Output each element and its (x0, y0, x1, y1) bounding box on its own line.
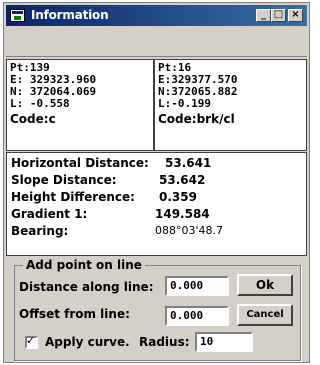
apply-curve-checkbox[interactable]: ✓ (25, 334, 38, 349)
bearing-row: Bearing: 088°03'48.7 (11, 224, 223, 238)
add-point-group: Add point on line Distance along line: 0… (14, 258, 301, 361)
minimize-icon: _ (261, 9, 266, 20)
title-bar[interactable]: Information _ □ × (6, 5, 307, 26)
add-point-legend: Add point on line (23, 258, 145, 272)
gradient-value: 149.584 (155, 207, 210, 221)
ok-button[interactable]: Ok (237, 274, 293, 296)
offset-from-line-label: Offset from line: (19, 307, 130, 321)
point2-level: L:-0.199 (158, 97, 211, 110)
toolbar-area (6, 27, 307, 57)
point2-code: Code:brk/cl (158, 112, 235, 126)
point1-level: L: -0.558 (10, 97, 70, 110)
bearing-value: 088°03'48.7 (155, 224, 224, 237)
cancel-button[interactable]: Cancel (237, 304, 293, 326)
radius-label: Radius: (139, 335, 190, 349)
distance-along-line-label: Distance along line: (19, 280, 154, 294)
distance-along-line-input[interactable]: 0.000 (165, 276, 229, 296)
close-icon: × (291, 9, 300, 20)
point2-panel: Pt:16 E:329377.570 N:372065.882 L:-0.199… (154, 59, 307, 151)
window-title: Information (31, 8, 109, 22)
point1-panel: Pt:139 E: 329323.960 N: 372064.069 L: -0… (6, 59, 154, 151)
apply-curve-label: Apply curve. (45, 335, 130, 349)
gradient-row: Gradient 1: 149.584 (11, 207, 210, 221)
horizontal-distance-value: 53.641 (165, 156, 212, 170)
bearing-label: Bearing: (11, 224, 69, 238)
results-panel: Horizontal Distance: 53.641 Slope Distan… (6, 152, 307, 256)
point1-code: Code:c (10, 112, 56, 126)
horizontal-distance-row: Horizontal Distance: 53.641 (11, 156, 211, 170)
maximize-button[interactable]: □ (271, 9, 286, 22)
close-button[interactable]: × (288, 9, 303, 22)
offset-from-line-input[interactable]: 0.000 (165, 306, 229, 326)
height-difference-row: Height Difference: 0.359 (11, 190, 197, 204)
slope-distance-row: Slope Distance: 53.642 (11, 173, 205, 187)
checkmark-icon: ✓ (26, 334, 36, 347)
slope-distance-value: 53.642 (159, 173, 206, 187)
gradient-label: Gradient 1: (11, 207, 88, 221)
radius-input[interactable]: 10 (195, 332, 253, 352)
maximize-icon: □ (273, 9, 284, 20)
height-difference-label: Height Difference: (11, 190, 135, 204)
information-window: Information _ □ × Pt:139 E: 329323.960 N… (3, 2, 310, 363)
slope-distance-label: Slope Distance: (11, 173, 117, 187)
minimize-button[interactable]: _ (256, 9, 271, 22)
horizontal-distance-label: Horizontal Distance: (11, 156, 149, 170)
height-difference-value: 0.359 (159, 190, 197, 204)
app-icon (10, 9, 25, 22)
